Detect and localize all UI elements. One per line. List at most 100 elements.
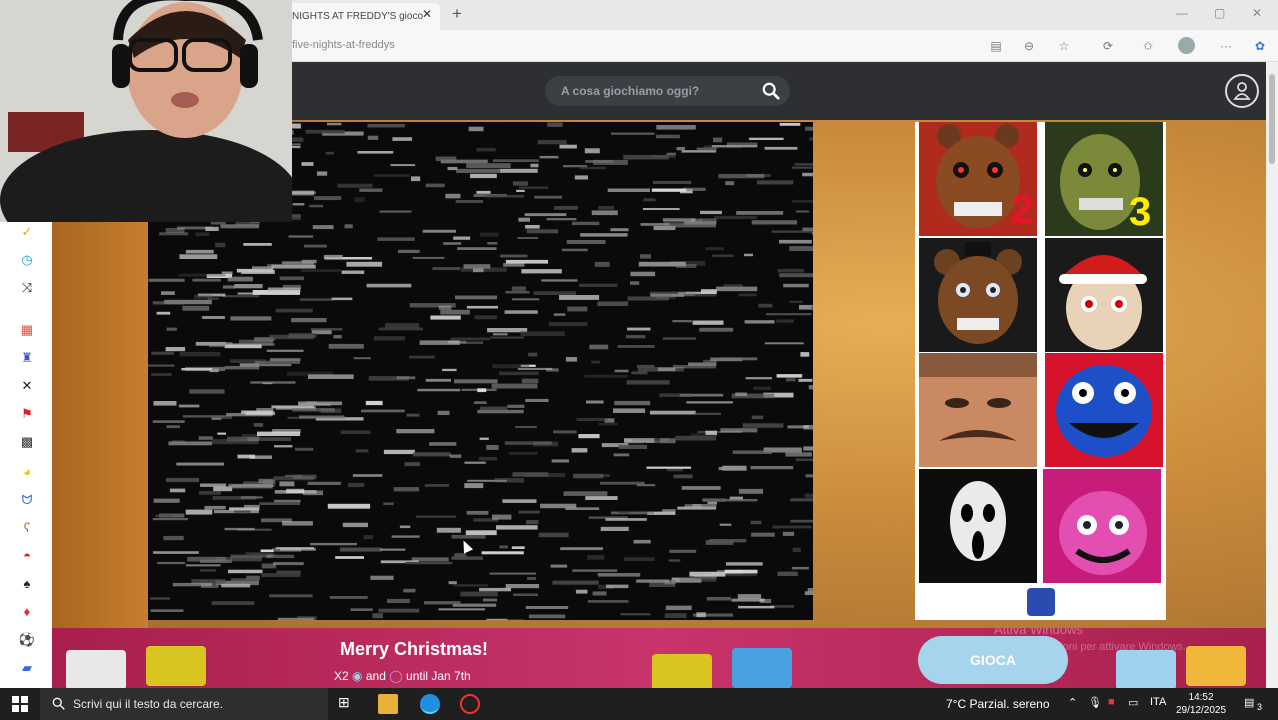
windows-start-icon[interactable]	[12, 696, 28, 712]
spade-icon[interactable]: ♠	[17, 574, 37, 594]
static-streak	[449, 454, 462, 458]
static-streak	[274, 445, 293, 448]
static-streak	[598, 422, 618, 426]
search-icon[interactable]	[762, 82, 780, 100]
grid-icon[interactable]: ▦	[17, 320, 37, 340]
window-close-icon[interactable]: ✕	[1252, 6, 1262, 20]
tab-close-icon[interactable]: ✕	[422, 7, 432, 21]
minimize-icon[interactable]: —	[1176, 6, 1188, 20]
static-streak	[791, 166, 813, 169]
block-icon[interactable]: ⊖	[1021, 38, 1037, 54]
static-streak	[279, 481, 295, 487]
show-hidden-icons-icon[interactable]: ⌃	[1068, 696, 1077, 709]
static-streak	[450, 337, 490, 341]
static-streak	[758, 303, 773, 308]
reader-icon[interactable]: ▤	[988, 38, 1004, 54]
static-streak	[460, 591, 498, 597]
refresh-icon[interactable]: ⟳	[1100, 38, 1116, 54]
static-streak	[301, 269, 341, 272]
pokeball-icon[interactable]: ◓	[17, 546, 37, 566]
soccer-ball-icon[interactable]: ⚽	[17, 630, 37, 650]
search-bar[interactable]: A cosa giochiamo oggi?	[545, 76, 790, 106]
taskbar-search-input[interactable]: Scrivi qui il testo da cercare.	[73, 697, 223, 711]
page-scrollbar[interactable]	[1266, 62, 1278, 688]
microphone-icon[interactable]: 🎙	[1088, 696, 1102, 709]
search-input[interactable]: A cosa giochiamo oggi?	[561, 84, 699, 98]
checkered-flag-icon[interactable]: ▩	[17, 432, 37, 452]
static-streak	[269, 358, 301, 362]
file-explorer-icon[interactable]	[378, 694, 398, 714]
static-streak	[516, 189, 525, 192]
browser-tab[interactable]: NIGHTS AT FREDDY'S gioco	[280, 3, 440, 30]
car-icon[interactable]: ▰	[17, 658, 37, 678]
taskbar-search[interactable]: Scrivi qui il testo da cercare.	[40, 688, 328, 720]
new-tab-icon[interactable]: +	[452, 4, 462, 24]
neighbor-thumb[interactable]	[919, 353, 1037, 467]
static-streak	[150, 609, 184, 612]
static-streak	[499, 545, 508, 549]
clock-icon[interactable]: ◷	[17, 250, 37, 270]
static-streak	[656, 125, 696, 130]
pacman-icon[interactable]: ◕	[17, 462, 37, 482]
weather-widget[interactable]: 7°C Parzial. sereno	[946, 697, 1050, 711]
notifications-icon[interactable]: ▤	[1244, 696, 1254, 709]
static-streak	[777, 268, 805, 273]
static-streak	[189, 389, 225, 394]
static-streak	[719, 523, 732, 526]
santa-doll-thumb[interactable]	[1045, 238, 1163, 352]
freddy-thumb[interactable]	[919, 238, 1037, 352]
huggy-wuggy-thumb[interactable]	[1045, 353, 1163, 467]
user-account-button[interactable]	[1225, 74, 1259, 108]
static-streak	[511, 286, 526, 291]
language-indicator[interactable]: ITA	[1150, 696, 1166, 708]
scream-mask-thumb[interactable]	[919, 469, 1037, 583]
static-streak	[651, 188, 687, 192]
swords-icon[interactable]: ✕	[17, 376, 37, 396]
static-streak	[367, 123, 405, 128]
static-streak	[705, 247, 724, 251]
url-field[interactable]: five-nights-at-freddys	[292, 39, 395, 51]
mommy-long-legs-thumb[interactable]	[1043, 469, 1161, 583]
scroll-thumb[interactable]	[1269, 74, 1275, 164]
static-streak	[724, 569, 758, 574]
maximize-icon[interactable]: ▢	[1214, 6, 1225, 20]
clock-time: 14:52	[1188, 692, 1214, 703]
favorite-icon[interactable]: ☆	[1056, 38, 1072, 54]
static-streak	[443, 242, 462, 245]
static-streak	[718, 357, 758, 361]
static-streak	[258, 478, 274, 483]
static-streak	[692, 320, 724, 325]
freddy-2-thumb[interactable]: 2	[919, 122, 1037, 236]
system-clock[interactable]: 14:52 29/12/2025	[1176, 691, 1226, 717]
copilot-icon[interactable]: ✿	[1252, 38, 1268, 54]
favorites-icon[interactable]: ✩	[1140, 38, 1156, 54]
ad-logo-icon[interactable]	[1027, 588, 1055, 616]
recording-app-icon[interactable]	[460, 694, 480, 714]
cards-icon[interactable]: ♦	[17, 602, 37, 622]
static-streak	[633, 539, 651, 544]
static-streak	[477, 388, 487, 393]
more-icon[interactable]: ···	[1218, 38, 1234, 54]
battery-icon[interactable]: ▭	[1128, 696, 1138, 709]
static-streak	[385, 323, 420, 328]
shuffle-icon[interactable]: ⤨	[17, 278, 37, 298]
play-button[interactable]: GIOCA	[918, 636, 1068, 684]
springtrap-3-thumb[interactable]: 3	[1045, 122, 1163, 236]
flag-icon[interactable]: ⚑	[17, 404, 37, 424]
check-icon[interactable]: ✓	[17, 222, 37, 242]
static-streak	[425, 183, 445, 188]
static-streak	[454, 553, 467, 557]
static-streak	[339, 547, 382, 552]
static-streak	[505, 291, 530, 294]
people-icon[interactable]: ᗢ	[17, 490, 37, 510]
static-streak	[750, 466, 794, 470]
static-streak	[380, 548, 406, 551]
task-view-icon[interactable]: ⊞	[338, 694, 358, 714]
profile-avatar[interactable]	[1178, 37, 1195, 54]
static-streak	[222, 295, 260, 298]
edge-browser-icon[interactable]	[420, 694, 440, 714]
static-streak	[676, 147, 685, 151]
bear-icon[interactable]: ʕ	[17, 518, 37, 538]
controller-icon[interactable]: ♜	[17, 348, 37, 368]
static-streak	[699, 327, 734, 332]
